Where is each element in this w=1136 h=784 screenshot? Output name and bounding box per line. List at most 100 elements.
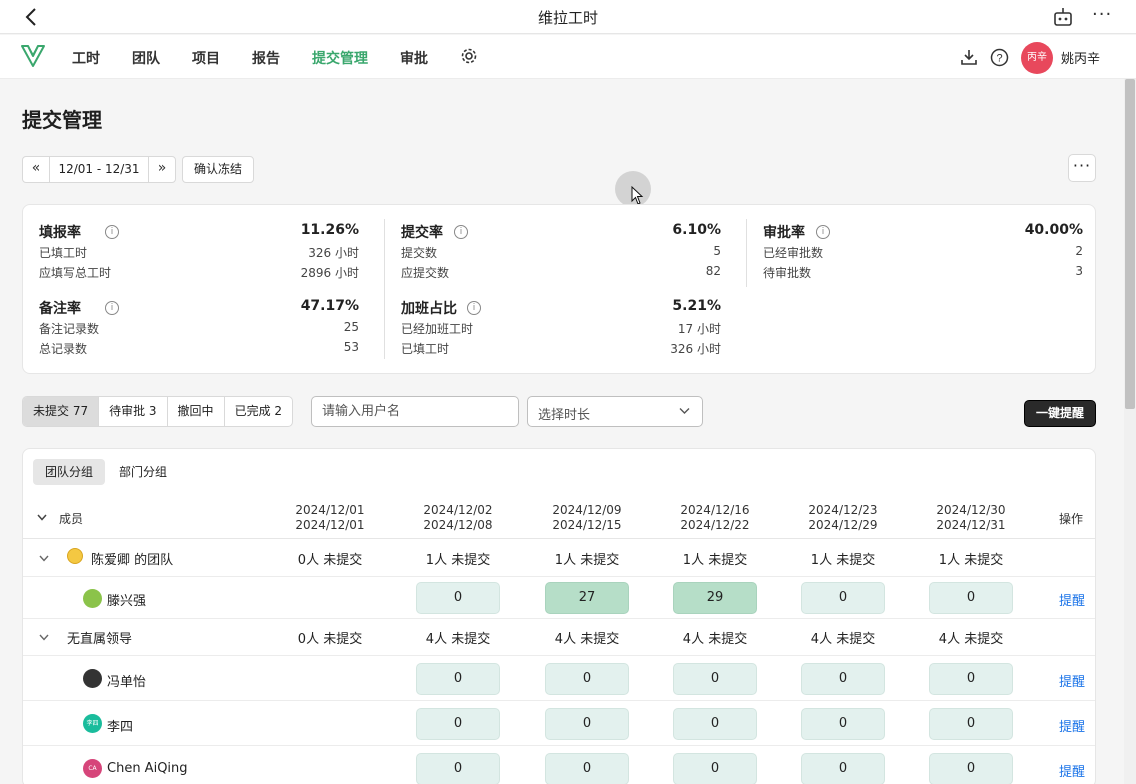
prev-period-button[interactable]: « (23, 157, 49, 182)
hours-cell[interactable]: 0 (801, 663, 885, 695)
scrollbar-thumb[interactable] (1125, 79, 1135, 409)
hours-cell[interactable]: 0 (801, 708, 885, 740)
hours-cell[interactable]: 0 (673, 663, 757, 695)
stats-divider (384, 219, 385, 359)
remind-link[interactable]: 提醒 (1059, 590, 1085, 609)
info-icon[interactable]: i (105, 301, 119, 315)
group-name: 无直属领导 (67, 632, 133, 647)
hours-cell[interactable]: 29 (673, 582, 757, 614)
remind-all-button[interactable]: 一键提醒 (1024, 400, 1096, 427)
period-column-header: 2024/12/09 2024/12/15 (527, 503, 647, 533)
group-unsubmitted-count: 1人 未提交 (554, 553, 620, 568)
user-avatar[interactable]: 丙辛 (1021, 42, 1053, 74)
status-tab[interactable]: 未提交 77 (23, 397, 100, 426)
collapse-all-icon[interactable] (37, 514, 47, 521)
stat-row-value: 82 (705, 264, 721, 278)
member-avatar (83, 589, 102, 608)
hours-cell[interactable]: 0 (545, 753, 629, 784)
member-row: 冯单怡 0 0 0 0 0 提醒 (23, 656, 1095, 701)
hours-cell[interactable]: 0 (416, 663, 500, 695)
status-tab[interactable]: 撤回中 (168, 397, 225, 426)
nav-item[interactable]: 审批 (400, 48, 428, 68)
hours-cell[interactable]: 0 (929, 708, 1013, 740)
hours-cell[interactable]: 0 (929, 753, 1013, 784)
info-icon[interactable]: i (816, 225, 830, 239)
nav-item[interactable]: 团队 (132, 48, 160, 68)
stat-value: 47.17% (300, 298, 359, 314)
info-icon[interactable]: i (105, 225, 119, 239)
stat-header: 备注率 i 47.17% (39, 298, 359, 318)
status-tab[interactable]: 待审批 3 (99, 397, 168, 426)
member-row: 李四 李四 0 0 0 0 0 提醒 (23, 701, 1095, 746)
period-column-header: 2024/12/16 2024/12/22 (655, 503, 775, 533)
grouping-tab[interactable]: 团队分组 (33, 459, 106, 485)
group-unsubmitted-count: 1人 未提交 (938, 553, 1004, 568)
collapse-group-icon[interactable] (39, 634, 49, 641)
stat-row: 备注记录数 25 (39, 318, 359, 338)
stat-overtime-rate: 加班占比 i 5.21% 已经加班工时 17 小时 已填工时 326 小时 (401, 298, 721, 358)
grouping-tab[interactable]: 部门分组 (107, 459, 179, 485)
collapse-group-icon[interactable] (39, 555, 49, 562)
stats-card: 填报率 i 11.26% 已填工时 326 小时 应填写总工时 2896 小时 提交率 i 6.… (22, 204, 1096, 374)
submission-table-card: 团队分组 部门分组 成员 操作 2024/12/01 2024/12/01 2024/… (22, 448, 1096, 784)
status-tab[interactable]: 已完成 2 (225, 397, 292, 426)
more-icon[interactable]: ··· (1092, 4, 1112, 25)
period-end: 2024/12/22 (680, 518, 750, 532)
date-range-label[interactable]: 12/01 - 12/31 (49, 157, 149, 182)
ops-column-header: 操作 (1059, 512, 1084, 526)
hours-cell[interactable]: 0 (673, 708, 757, 740)
hours-cell[interactable]: 0 (545, 708, 629, 740)
hours-cell[interactable]: 0 (801, 753, 885, 784)
remind-link[interactable]: 提醒 (1059, 761, 1085, 780)
gear-icon[interactable] (460, 47, 478, 65)
period-column-header: 2024/12/02 2024/12/08 (398, 503, 518, 533)
remind-link[interactable]: 提醒 (1059, 716, 1085, 735)
nav-item[interactable]: 工时 (72, 48, 100, 68)
period-start: 2024/12/16 (680, 503, 750, 517)
hours-cell[interactable]: 0 (929, 582, 1013, 614)
nav-item[interactable]: 项目 (192, 48, 220, 68)
period-end: 2024/12/31 (936, 518, 1006, 532)
page-scrollbar[interactable] (1124, 79, 1136, 784)
next-period-button[interactable]: » (149, 157, 175, 182)
hours-cell[interactable]: 0 (416, 708, 500, 740)
info-icon[interactable]: i (467, 301, 481, 315)
app-logo-icon[interactable] (20, 43, 46, 69)
hours-cell[interactable]: 0 (416, 753, 500, 784)
hours-cell[interactable]: 0 (929, 663, 1013, 695)
stat-label: 提交率 (401, 225, 443, 241)
period-end: 2024/12/08 (423, 518, 493, 532)
stat-header: 加班占比 i 5.21% (401, 298, 721, 318)
user-name[interactable]: 姚丙辛 (1061, 48, 1100, 67)
download-icon[interactable] (960, 48, 978, 66)
page-title: 提交管理 (22, 108, 102, 132)
hours-cell[interactable]: 0 (801, 582, 885, 614)
period-end: 2024/12/01 (295, 518, 365, 532)
hours-cell[interactable]: 0 (416, 582, 500, 614)
robot-icon[interactable] (1052, 7, 1074, 27)
nav-item[interactable]: 报告 (252, 48, 280, 68)
duration-select[interactable]: 选择时长 (527, 396, 703, 427)
username-search-input[interactable] (311, 396, 519, 427)
nav-item[interactable]: 提交管理 (312, 48, 368, 68)
group-unsubmitted-count: 0人 未提交 (297, 553, 363, 568)
stat-value: 5.21% (672, 298, 721, 314)
stat-row: 已填工时 326 小时 (401, 338, 721, 358)
hours-cell[interactable]: 0 (673, 753, 757, 784)
stat-value: 11.26% (300, 222, 359, 238)
stat-row-label: 备注记录数 (39, 322, 100, 336)
stat-row-label: 提交数 (401, 246, 438, 260)
hours-cell[interactable]: 27 (545, 582, 629, 614)
member-name: 冯单怡 (107, 675, 147, 690)
stat-row-value: 326 小时 (308, 246, 359, 260)
group-row: 无直属领导 0人 未提交 4人 未提交 4人 未提交 4人 未提交 4人 未提交 4人 未提… (23, 619, 1095, 656)
remind-link[interactable]: 提醒 (1059, 671, 1085, 690)
more-options-button[interactable]: ··· (1068, 154, 1096, 182)
info-icon[interactable]: i (454, 225, 468, 239)
help-icon[interactable]: ? (990, 48, 1009, 67)
confirm-freeze-button[interactable]: 确认冻结 (182, 156, 254, 183)
hours-cell[interactable]: 0 (545, 663, 629, 695)
stat-row-value: 2896 小时 (300, 266, 359, 280)
stat-row-label: 应填写总工时 (39, 266, 112, 280)
stat-row-label: 已经加班工时 (401, 322, 474, 336)
